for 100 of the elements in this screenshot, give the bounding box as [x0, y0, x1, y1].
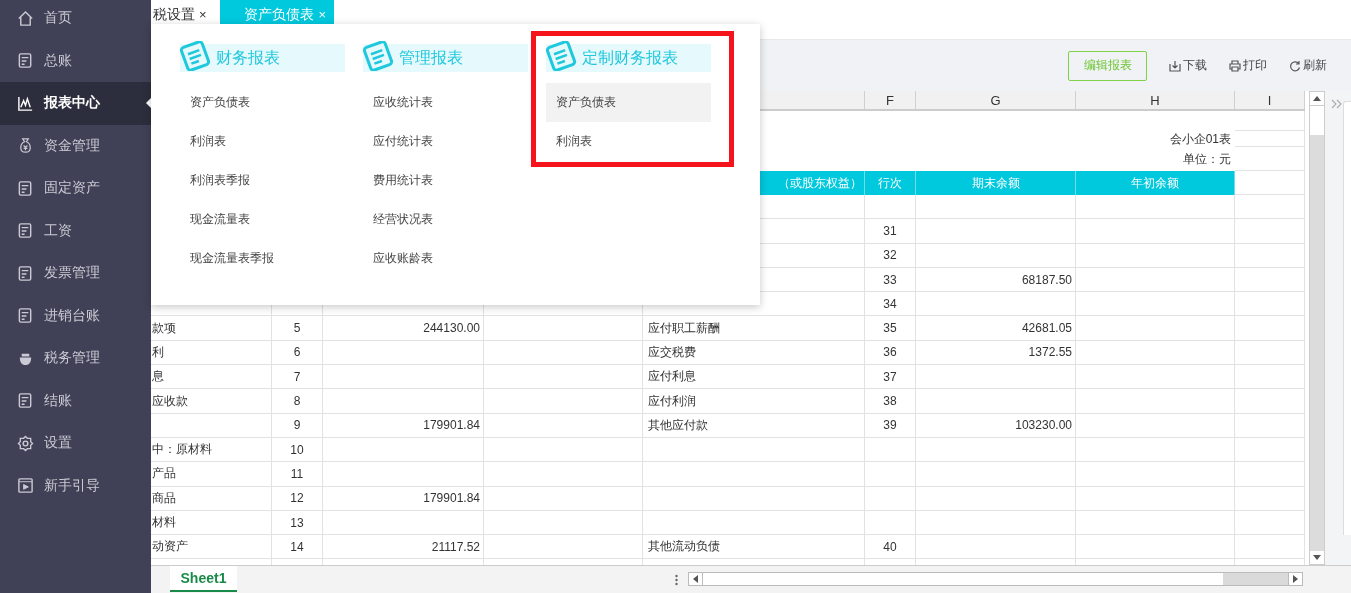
table-cell: 39 — [865, 413, 916, 438]
scroll-left-icon[interactable] — [689, 573, 702, 585]
vertical-scrollbar[interactable] — [1309, 91, 1325, 565]
sheet-tab[interactable]: Sheet1 — [170, 566, 237, 592]
sidebar-item[interactable]: 资金管理 — [0, 124, 151, 167]
empty-cell — [865, 510, 916, 536]
close-icon[interactable]: × — [198, 7, 207, 22]
menu-item[interactable]: 现金流量表季报 — [180, 239, 345, 278]
menu-item[interactable]: 应付统计表 — [363, 122, 528, 161]
table-cell: 21117.52 — [323, 535, 484, 560]
table-cell: 10 — [272, 437, 323, 463]
empty-cell — [1235, 462, 1305, 487]
sidebar-item[interactable]: 税务管理 — [0, 337, 151, 380]
table-cell: 动资产 — [151, 535, 272, 560]
table-cell: 33 — [865, 267, 916, 293]
table-cell: 179901.84 — [323, 486, 484, 511]
empty-cell — [1235, 147, 1305, 171]
table-cell: 应付职工薪酬 — [643, 316, 865, 341]
document-icon — [544, 41, 578, 71]
document-icon — [17, 307, 34, 325]
table-cell: 应收款 — [151, 389, 272, 414]
menu-item[interactable]: 利润表 — [180, 122, 345, 161]
table-cell: 13 — [272, 510, 323, 536]
tab[interactable]: 税设置 × — [151, 0, 217, 26]
table-cell: 产品 — [151, 462, 272, 487]
sidebar-item[interactable]: 工资 — [0, 209, 151, 252]
sidebar-item[interactable]: 新手引导 — [0, 464, 151, 507]
column-header: I — [1235, 91, 1305, 109]
sidebar-item[interactable]: 首页 — [0, 0, 151, 40]
sidebar-item[interactable]: 结账 — [0, 379, 151, 422]
table-cell: 12 — [272, 486, 323, 511]
empty-cell — [865, 195, 916, 220]
scroll-right-icon[interactable] — [1289, 573, 1302, 585]
table-cell: 6 — [272, 340, 323, 366]
refresh-button[interactable]: 刷新 — [1289, 57, 1327, 74]
settings-icon — [17, 434, 34, 452]
table-cell: 179901.84 — [323, 413, 484, 438]
sidebar-item[interactable]: 设置 — [0, 422, 151, 465]
download-button[interactable]: 下载 — [1169, 57, 1207, 74]
table-cell: 34 — [865, 292, 916, 317]
table-cell: 38 — [865, 389, 916, 414]
empty-cell — [1235, 437, 1305, 463]
table-cell: 103230.00 — [916, 413, 1076, 438]
table-cell: 应交税费 — [643, 340, 865, 366]
empty-cell — [865, 486, 916, 511]
table-cell: 款项 — [151, 316, 272, 341]
menu-group-header: 财务报表 — [180, 44, 345, 72]
table-cell: 应付利润 — [643, 389, 865, 414]
sidebar-item[interactable]: 固定资产 — [0, 167, 151, 210]
table-cell: 32 — [865, 243, 916, 268]
menu-item[interactable]: 利润表季报 — [180, 161, 345, 200]
print-icon — [1229, 59, 1241, 72]
money-bag-icon — [17, 137, 34, 155]
refresh-icon — [1289, 59, 1301, 72]
table-cell: 244130.00 — [323, 316, 484, 341]
document-icon — [17, 52, 34, 70]
table-cell: 8 — [272, 389, 323, 414]
empty-cell — [1235, 486, 1305, 511]
menu-item[interactable]: 资产负债表 — [546, 83, 711, 122]
document-icon — [17, 392, 34, 410]
empty-cell — [1235, 243, 1305, 268]
download-icon — [1169, 59, 1181, 72]
menu-item[interactable]: 应收统计表 — [363, 83, 528, 122]
sidebar-item[interactable]: 发票管理 — [0, 252, 151, 295]
table-cell: 35 — [865, 316, 916, 341]
scroll-thumb[interactable] — [702, 573, 1223, 585]
sidebar-item[interactable]: 总账 — [0, 39, 151, 82]
table-cell: 31 — [865, 219, 916, 244]
table-cell: 其他应付款 — [643, 413, 865, 438]
empty-cell — [1235, 413, 1305, 438]
table-cell: 材料 — [151, 510, 272, 536]
header-cell: 行次 — [865, 171, 916, 195]
scroll-up-icon[interactable] — [1310, 92, 1324, 105]
document-icon — [17, 179, 34, 197]
menu-item[interactable]: 费用统计表 — [363, 161, 528, 200]
document-icon — [178, 41, 212, 71]
sidebar-item[interactable]: 进销台账 — [0, 294, 151, 337]
column-header: G — [916, 91, 1076, 109]
menu-item[interactable]: 应收账龄表 — [363, 239, 528, 278]
form-code: 会小企01表 — [1169, 130, 1231, 148]
empty-cell — [1235, 267, 1305, 293]
scroll-thumb[interactable] — [1310, 105, 1324, 135]
empty-cell — [1235, 340, 1305, 366]
empty-cell — [1235, 365, 1305, 390]
table-cell: 37 — [865, 365, 916, 390]
horizontal-scrollbar[interactable] — [688, 572, 1303, 586]
chart-icon — [17, 94, 34, 112]
table-cell: 商品 — [151, 486, 272, 511]
print-button[interactable]: 打印 — [1229, 57, 1267, 74]
header-cell: 期末余额 — [916, 171, 1076, 195]
sidebar-item[interactable]: 报表中心 — [0, 82, 151, 125]
menu-item[interactable]: 资产负债表 — [180, 83, 345, 122]
table-cell: 7 — [272, 365, 323, 390]
scroll-down-icon[interactable] — [1310, 551, 1324, 564]
drag-handle-icon[interactable] — [675, 574, 678, 586]
menu-item[interactable]: 经营状况表 — [363, 200, 528, 239]
table-cell: 68187.50 — [916, 267, 1076, 293]
empty-cell — [865, 437, 916, 463]
menu-item[interactable]: 现金流量表 — [180, 200, 345, 239]
menu-item[interactable]: 利润表 — [546, 122, 711, 161]
